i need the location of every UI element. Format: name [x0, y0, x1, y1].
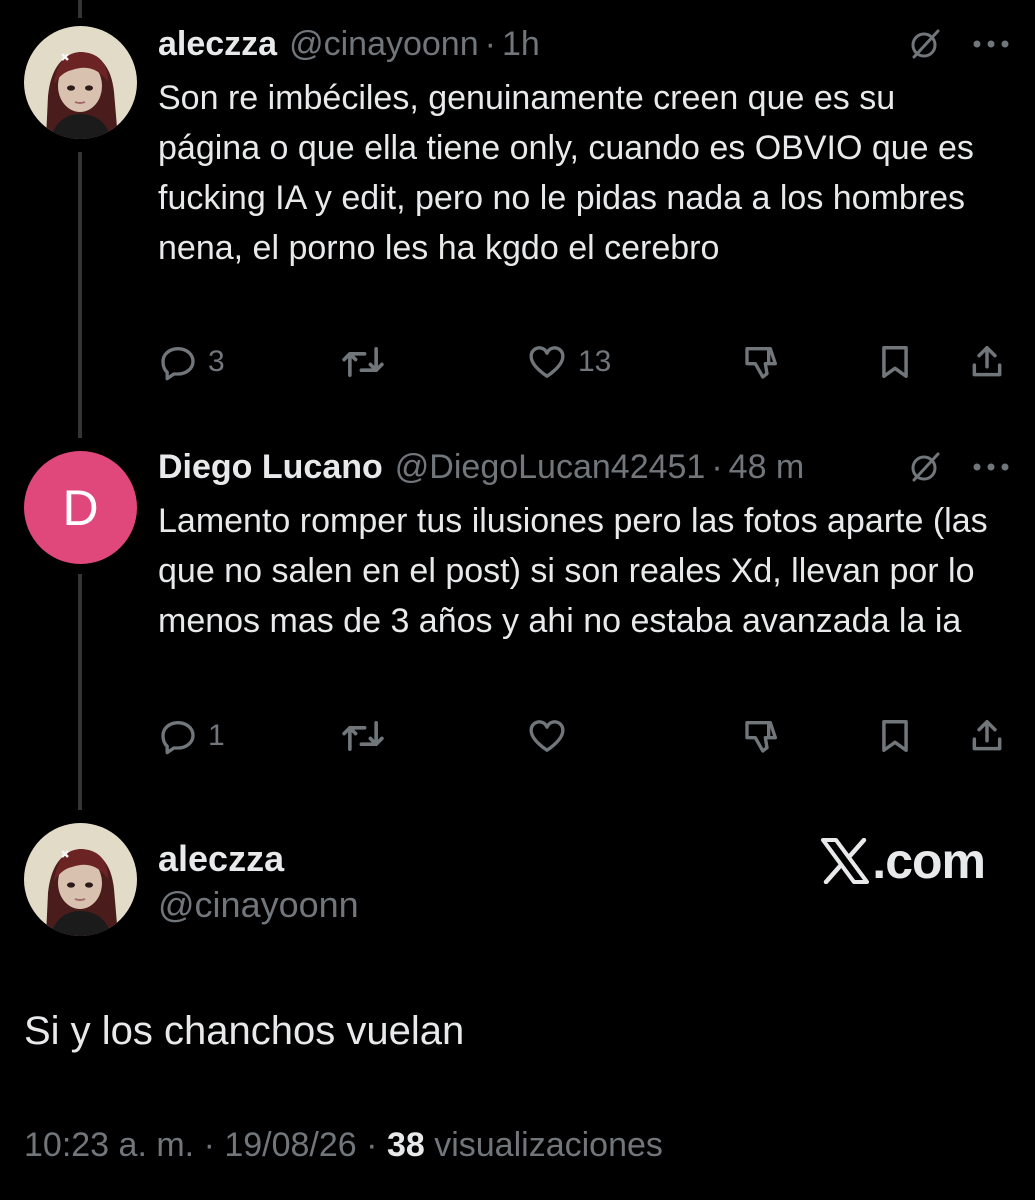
- tweet-time[interactable]: 10:23 a. m.: [24, 1126, 194, 1164]
- share-button[interactable]: [968, 714, 1006, 758]
- more-icon[interactable]: [971, 38, 1011, 50]
- reply-1-text: Son re imbéciles, genuinamente creen que…: [158, 79, 974, 267]
- reply-1-time[interactable]: 1h: [502, 25, 540, 64]
- thread-line-1: [78, 152, 82, 438]
- main-display-name[interactable]: aleczza: [158, 838, 284, 880]
- reply-button[interactable]: 1: [158, 714, 225, 758]
- bookmark-button[interactable]: [876, 714, 914, 758]
- avatar-image: [24, 823, 137, 936]
- retweet-button[interactable]: [340, 340, 386, 384]
- grok-icon[interactable]: [907, 449, 943, 485]
- reply-2-handle[interactable]: @DiegoLucan42451: [395, 448, 706, 487]
- grok-icon[interactable]: [907, 26, 943, 62]
- like-icon: [529, 720, 565, 752]
- avatar-image: [24, 26, 137, 139]
- like-icon: [529, 346, 565, 378]
- like-button[interactable]: 13: [526, 340, 611, 384]
- reply-icon: [161, 347, 195, 381]
- avatar-letter: D: [62, 479, 99, 536]
- separator-dot: ·: [484, 24, 496, 63]
- brand-domain: .com: [872, 833, 986, 889]
- tweet-date[interactable]: 19/08/26: [224, 1126, 356, 1164]
- avatar-aleczza[interactable]: [24, 26, 137, 139]
- reply-1-actions: 3 13: [158, 340, 1007, 384]
- share-icon: [972, 346, 1002, 377]
- thread-screenshot: aleczza @cinayoonn · 1h Son re imbéciles…: [0, 0, 1035, 1200]
- views-label[interactable]: visualizaciones: [434, 1126, 663, 1164]
- reply-button[interactable]: 3: [158, 340, 225, 384]
- reply-2-header: Diego Lucano @DiegoLucan42451 · 48 m: [158, 445, 1011, 489]
- x-logo-icon: [821, 838, 870, 884]
- reply-count: 1: [208, 719, 225, 752]
- tweet-meta: 10:23 a. m. · 19/08/26 · 38 visualizacio…: [24, 1126, 663, 1165]
- reply-1-display-name[interactable]: aleczza: [158, 25, 277, 64]
- share-button[interactable]: [968, 340, 1006, 384]
- x-brand-watermark: .com: [820, 832, 986, 890]
- dislike-icon: [745, 347, 777, 379]
- dislike-button[interactable]: [742, 714, 782, 758]
- reply-1-header: aleczza @cinayoonn · 1h: [158, 22, 1011, 66]
- separator-dot: ·: [711, 447, 723, 486]
- thread-line-top: [78, 0, 82, 18]
- main-tweet-text: Si y los chanchos vuelan: [24, 1009, 465, 1053]
- retweet-icon: [342, 347, 384, 377]
- avatar-aleczza-main[interactable]: [24, 823, 137, 936]
- more-icon[interactable]: [971, 461, 1011, 473]
- reply-icon: [161, 721, 195, 755]
- reply-2-time[interactable]: 48 m: [729, 448, 805, 487]
- bookmark-icon: [882, 720, 908, 752]
- avatar-diego[interactable]: D: [24, 451, 137, 564]
- reply-2-actions: 1: [158, 714, 1007, 758]
- reply-1-handle[interactable]: @cinayoonn: [289, 25, 479, 64]
- views-count: 38: [386, 1126, 425, 1164]
- main-handle[interactable]: @cinayoonn: [158, 884, 359, 926]
- like-count: 13: [578, 345, 612, 378]
- bookmark-icon: [882, 346, 908, 378]
- separator-dot: ·: [366, 1126, 378, 1164]
- share-icon: [972, 720, 1002, 751]
- reply-count: 3: [208, 345, 225, 378]
- dislike-icon: [745, 721, 777, 753]
- separator-dot: ·: [203, 1126, 215, 1164]
- bookmark-button[interactable]: [876, 340, 914, 384]
- retweet-button[interactable]: [340, 714, 386, 758]
- reply-2-display-name[interactable]: Diego Lucano: [158, 448, 383, 487]
- retweet-icon: [342, 721, 384, 751]
- like-button[interactable]: [526, 714, 568, 758]
- dislike-button[interactable]: [742, 340, 782, 384]
- reply-2-text: Lamento romper tus ilusiones pero las fo…: [158, 502, 988, 640]
- thread-line-2: [78, 574, 82, 810]
